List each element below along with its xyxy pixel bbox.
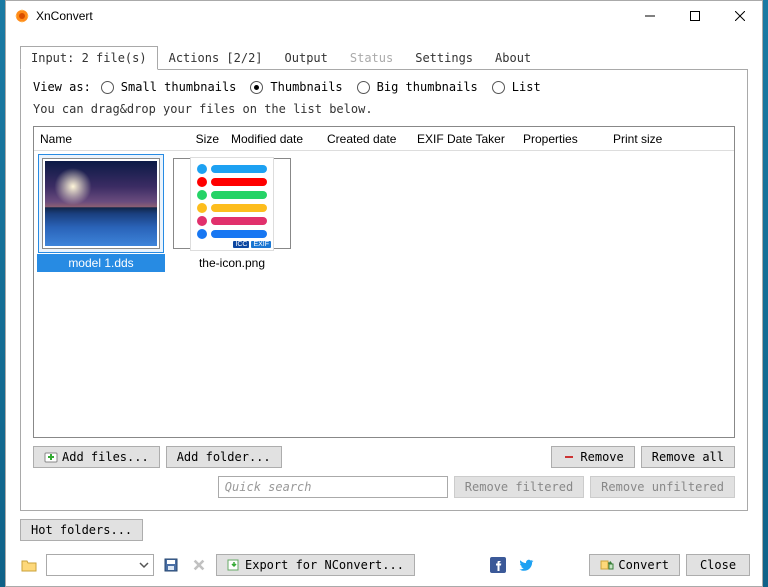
badge-icc: ICC bbox=[233, 241, 249, 248]
col-modified[interactable]: Modified date bbox=[225, 132, 321, 146]
remove-filtered-label: Remove filtered bbox=[465, 480, 573, 494]
tab-status: Status bbox=[339, 46, 404, 70]
export-nconvert-button[interactable]: Export for NConvert... bbox=[216, 554, 415, 576]
open-folder-icon[interactable] bbox=[18, 554, 40, 576]
window-title: XnConvert bbox=[36, 9, 93, 23]
tab-settings[interactable]: Settings bbox=[404, 46, 484, 70]
twitter-icon[interactable] bbox=[515, 554, 537, 576]
tab-strip: Input: 2 file(s) Actions [2/2] Output St… bbox=[20, 46, 748, 70]
add-folder-label: Add folder... bbox=[177, 450, 271, 464]
facebook-icon[interactable] bbox=[487, 554, 509, 576]
tab-about[interactable]: About bbox=[484, 46, 542, 70]
add-folder-button[interactable]: Add folder... bbox=[166, 446, 282, 468]
titlebar: XnConvert bbox=[6, 1, 762, 31]
thumbnail-frame: ICC EXIF bbox=[169, 154, 295, 253]
close-app-button[interactable]: Close bbox=[686, 554, 750, 576]
thumbnails-area[interactable]: model 1.dds bbox=[34, 151, 734, 437]
add-files-label: Add files... bbox=[62, 450, 149, 464]
thumbnail-preview: ICC EXIF bbox=[173, 158, 291, 249]
badge-exif: EXIF bbox=[251, 241, 271, 248]
view-as-label: View as: bbox=[33, 80, 91, 94]
remove-unfiltered-button[interactable]: Remove unfiltered bbox=[590, 476, 735, 498]
plus-icon bbox=[44, 450, 58, 464]
app-icon bbox=[14, 8, 30, 24]
radio-list-label[interactable]: List bbox=[512, 80, 541, 94]
hot-folders-button[interactable]: Hot folders... bbox=[20, 519, 143, 541]
remove-filtered-button[interactable]: Remove filtered bbox=[454, 476, 584, 498]
footer: Export for NConvert... Convert Close bbox=[6, 550, 762, 586]
social-sheet-preview-icon: ICC EXIF bbox=[191, 158, 273, 250]
close-button[interactable] bbox=[717, 1, 762, 31]
col-print[interactable]: Print size bbox=[607, 132, 734, 146]
minimize-button[interactable] bbox=[627, 1, 672, 31]
column-header[interactable]: Name Size Modified date Created date EXI… bbox=[34, 127, 734, 151]
hot-folders-label: Hot folders... bbox=[31, 523, 132, 537]
radio-thumbnails-label[interactable]: Thumbnails bbox=[270, 80, 342, 94]
landscape-preview-icon bbox=[43, 159, 159, 248]
app-window: XnConvert Input: 2 file(s) Actions [2/2]… bbox=[5, 0, 763, 587]
file-actions-row: Add files... Add folder... Remove Remove… bbox=[33, 446, 735, 468]
export-label: Export for NConvert... bbox=[245, 558, 404, 572]
col-name[interactable]: Name bbox=[34, 132, 183, 146]
body: Input: 2 file(s) Actions [2/2] Output St… bbox=[6, 31, 762, 550]
window-controls bbox=[627, 1, 762, 31]
preset-combo[interactable] bbox=[46, 554, 154, 576]
save-icon[interactable] bbox=[160, 554, 182, 576]
file-thumbnail[interactable]: ICC EXIF the-icon.png bbox=[168, 154, 296, 272]
add-files-button[interactable]: Add files... bbox=[33, 446, 160, 468]
file-list: Name Size Modified date Created date EXI… bbox=[33, 126, 735, 438]
view-as-row: View as: Small thumbnails Thumbnails Big… bbox=[33, 80, 735, 94]
radio-big-thumbnails[interactable] bbox=[357, 81, 370, 94]
radio-thumbnails[interactable] bbox=[250, 81, 263, 94]
remove-button[interactable]: Remove bbox=[551, 446, 634, 468]
col-properties[interactable]: Properties bbox=[517, 132, 607, 146]
thumbnail-frame bbox=[38, 154, 164, 253]
remove-unfiltered-label: Remove unfiltered bbox=[601, 480, 724, 494]
tab-page-input: View as: Small thumbnails Thumbnails Big… bbox=[20, 69, 748, 511]
radio-small-label[interactable]: Small thumbnails bbox=[121, 80, 237, 94]
maximize-button[interactable] bbox=[672, 1, 717, 31]
remove-all-button[interactable]: Remove all bbox=[641, 446, 735, 468]
col-created[interactable]: Created date bbox=[321, 132, 411, 146]
tab-input[interactable]: Input: 2 file(s) bbox=[20, 46, 158, 70]
close-label: Close bbox=[700, 558, 736, 572]
remove-label: Remove bbox=[580, 450, 623, 464]
col-exif[interactable]: EXIF Date Taker bbox=[411, 132, 517, 146]
tab-output[interactable]: Output bbox=[274, 46, 339, 70]
thumbnail-label: model 1.dds bbox=[37, 254, 165, 272]
convert-button[interactable]: Convert bbox=[589, 554, 680, 576]
chevron-down-icon bbox=[139, 560, 149, 570]
col-size[interactable]: Size bbox=[183, 132, 225, 146]
thumbnail-label: the-icon.png bbox=[168, 254, 296, 272]
convert-label: Convert bbox=[618, 558, 669, 572]
delete-icon[interactable] bbox=[188, 554, 210, 576]
radio-list[interactable] bbox=[492, 81, 505, 94]
filter-row: Remove filtered Remove unfiltered bbox=[33, 476, 735, 498]
remove-all-label: Remove all bbox=[652, 450, 724, 464]
file-thumbnail[interactable]: model 1.dds bbox=[37, 154, 165, 272]
export-icon bbox=[227, 558, 241, 572]
quick-search-input[interactable] bbox=[218, 476, 448, 498]
thumbnail-preview bbox=[42, 158, 160, 249]
drag-drop-hint: You can drag&drop your files on the list… bbox=[33, 102, 735, 116]
radio-big-label[interactable]: Big thumbnails bbox=[377, 80, 478, 94]
convert-icon bbox=[600, 558, 614, 572]
radio-small-thumbnails[interactable] bbox=[101, 81, 114, 94]
minus-icon bbox=[562, 450, 576, 464]
tab-actions[interactable]: Actions [2/2] bbox=[158, 46, 274, 70]
